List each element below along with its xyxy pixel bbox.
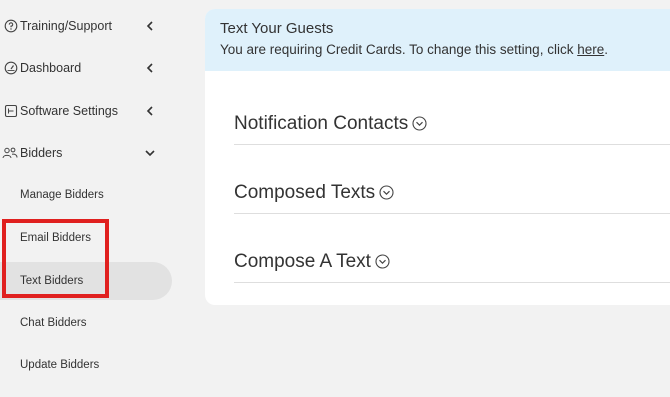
sidebar-subitem-chat-bidders[interactable]: Chat Bidders <box>0 304 172 342</box>
section-title-row: Composed Texts <box>234 182 394 204</box>
chevron-down-icon <box>145 150 155 157</box>
change-setting-link[interactable]: here <box>577 42 604 57</box>
chevron-left-icon <box>146 106 153 116</box>
sidebar-subitem-label: Text Bidders <box>20 275 84 287</box>
sidebar-subitem-label: Chat Bidders <box>20 317 87 329</box>
sidebar-subitem-text-bidders[interactable]: Text Bidders <box>0 262 172 300</box>
info-banner: Text Your Guests You are requiring Credi… <box>205 9 670 71</box>
sidebar-item-dashboard[interactable]: Dashboard <box>0 53 172 83</box>
sidebar-subitem-label: Manage Bidders <box>20 189 104 201</box>
chevron-down-circle-icon <box>412 116 427 132</box>
section-title: Notification Contacts <box>234 113 409 134</box>
chevron-left-icon <box>146 21 153 31</box>
sidebar-subitem-manage-bidders[interactable]: Manage Bidders <box>0 176 172 214</box>
banner-title: Text Your Guests <box>220 20 334 37</box>
sidebar-subitem-update-bidders[interactable]: Update Bidders <box>0 346 172 384</box>
section-notification-contacts[interactable]: Notification Contacts <box>234 105 670 145</box>
section-title: Compose A Text <box>234 251 371 272</box>
banner-message: You are requiring Credit Cards. To chang… <box>220 42 608 57</box>
sidebar-item-label: Dashboard <box>20 61 82 75</box>
sidebar: Training/Support Dashboard Software Sett… <box>0 0 180 397</box>
banner-message-suffix: . <box>604 42 608 57</box>
section-title-row: Compose A Text <box>234 251 390 273</box>
sidebar-subitem-label: Email Bidders <box>20 232 91 244</box>
sidebar-item-software-settings[interactable]: Software Settings <box>0 96 172 126</box>
section-composed-texts[interactable]: Composed Texts <box>234 174 670 214</box>
sidebar-subitem-label: Update Bidders <box>20 359 100 371</box>
main-card: Text Your Guests You are requiring Credi… <box>205 9 670 305</box>
chevron-left-icon <box>146 63 153 73</box>
settings-table-icon <box>4 104 18 118</box>
section-title-row: Notification Contacts <box>234 113 427 135</box>
sidebar-subitem-email-bidders[interactable]: Email Bidders <box>0 219 172 257</box>
dashboard-gauge-icon <box>4 61 18 75</box>
chevron-down-circle-icon <box>375 254 390 270</box>
banner-message-text: You are requiring Credit Cards. To chang… <box>220 42 578 57</box>
section-title: Composed Texts <box>234 182 376 203</box>
chevron-down-circle-icon <box>379 185 394 201</box>
sidebar-item-training-support[interactable]: Training/Support <box>0 11 172 41</box>
question-circle-icon <box>4 19 18 33</box>
section-compose-a-text[interactable]: Compose A Text <box>234 243 670 283</box>
sidebar-item-label: Software Settings <box>20 104 118 118</box>
sidebar-item-label: Training/Support <box>20 19 112 33</box>
sidebar-item-bidders[interactable]: Bidders <box>0 138 172 168</box>
users-icon <box>2 147 18 159</box>
sidebar-item-label: Bidders <box>20 146 63 160</box>
